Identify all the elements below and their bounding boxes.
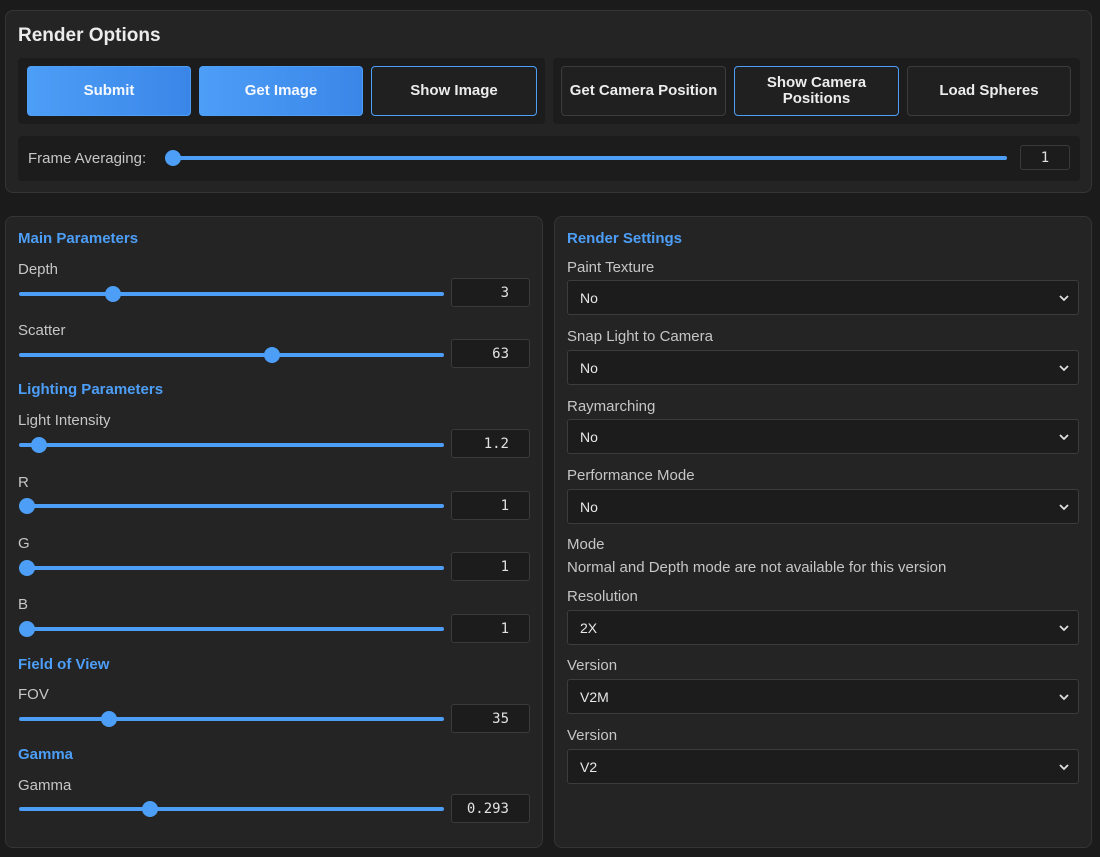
- raymarching-select[interactable]: No: [567, 419, 1079, 454]
- light-intensity-slider-thumb[interactable]: [31, 437, 48, 453]
- light-intensity-input[interactable]: 1.2: [451, 429, 530, 458]
- g-slider-thumb[interactable]: [19, 560, 35, 576]
- version-select-1[interactable]: V2M: [567, 679, 1079, 714]
- render-settings-panel: Render Settings Paint Texture No Snap Li…: [554, 216, 1092, 848]
- scatter-input[interactable]: 63: [451, 339, 530, 368]
- render-options-panel: Render Options Submit Get Image Show Ima…: [5, 10, 1092, 193]
- mode-note: Normal and Depth mode are not available …: [567, 559, 947, 576]
- fov-slider[interactable]: [19, 711, 444, 727]
- snap-light-label: Snap Light to Camera: [567, 328, 713, 345]
- load-spheres-button[interactable]: Load Spheres: [907, 66, 1071, 116]
- chevron-down-icon: [1059, 504, 1069, 511]
- chevron-down-icon: [1059, 625, 1069, 632]
- get-camera-position-button[interactable]: Get Camera Position: [561, 66, 726, 116]
- depth-label: Depth: [18, 261, 59, 278]
- r-slider[interactable]: [19, 498, 444, 514]
- version-label-1: Version: [567, 657, 618, 674]
- g-input[interactable]: 1: [451, 552, 530, 581]
- gamma-input[interactable]: 0.293: [451, 794, 530, 823]
- version-value-2: V2: [580, 758, 598, 775]
- gamma-label: Gamma: [18, 777, 72, 794]
- render-options-title: Render Options: [18, 25, 161, 46]
- scatter-label: Scatter: [18, 322, 66, 339]
- resolution-value: 2X: [580, 619, 598, 636]
- render-settings-heading: Render Settings: [567, 230, 683, 247]
- b-input[interactable]: 1: [451, 614, 530, 643]
- frame-averaging-row: Frame Averaging: 1: [18, 136, 1080, 181]
- paint-texture-value: No: [580, 289, 598, 306]
- light-intensity-slider[interactable]: [19, 437, 444, 453]
- lighting-parameters-heading: Lighting Parameters: [18, 381, 164, 398]
- g-slider[interactable]: [19, 560, 444, 576]
- raymarching-label: Raymarching: [567, 398, 656, 415]
- mode-label: Mode: [567, 536, 605, 553]
- r-label: R: [18, 474, 29, 491]
- main-parameters-heading: Main Parameters: [18, 230, 139, 247]
- version-select-2[interactable]: V2: [567, 749, 1079, 784]
- submit-button[interactable]: Submit: [27, 66, 191, 116]
- chevron-down-icon: [1059, 764, 1069, 771]
- resolution-label: Resolution: [567, 588, 638, 605]
- performance-mode-label: Performance Mode: [567, 467, 695, 484]
- parameters-panel: Main Parameters Depth 3 Scatter 63 Light…: [5, 216, 543, 848]
- frame-averaging-input[interactable]: 1: [1020, 145, 1070, 170]
- chevron-down-icon: [1059, 434, 1069, 441]
- performance-mode-value: No: [580, 498, 598, 515]
- chevron-down-icon: [1059, 365, 1069, 372]
- frame-averaging-label: Frame Averaging:: [28, 150, 147, 167]
- version-value-1: V2M: [580, 688, 609, 705]
- chevron-down-icon: [1059, 694, 1069, 701]
- depth-slider[interactable]: [19, 286, 444, 302]
- b-slider-thumb[interactable]: [19, 621, 35, 637]
- chevron-down-icon: [1059, 295, 1069, 302]
- raymarching-value: No: [580, 428, 598, 445]
- fov-input[interactable]: 35: [451, 704, 530, 733]
- paint-texture-select[interactable]: No: [567, 280, 1079, 315]
- frame-averaging-slider-thumb[interactable]: [165, 150, 181, 166]
- gamma-heading: Gamma: [18, 746, 74, 763]
- depth-slider-thumb[interactable]: [104, 286, 121, 302]
- get-image-button[interactable]: Get Image: [199, 66, 363, 116]
- version-label-2: Version: [567, 727, 618, 744]
- b-slider[interactable]: [19, 621, 444, 637]
- snap-light-value: No: [580, 359, 598, 376]
- camera-button-group: Get Camera Position Show Camera Position…: [553, 58, 1080, 124]
- show-camera-positions-button[interactable]: Show Camera Positions: [734, 66, 899, 116]
- gamma-slider-thumb[interactable]: [141, 801, 158, 817]
- show-image-button[interactable]: Show Image: [371, 66, 537, 116]
- field-of-view-heading: Field of View: [18, 656, 110, 673]
- paint-texture-label: Paint Texture: [567, 259, 655, 276]
- gamma-slider[interactable]: [19, 801, 444, 817]
- g-label: G: [18, 535, 30, 552]
- light-intensity-label: Light Intensity: [18, 412, 111, 429]
- performance-mode-select[interactable]: No: [567, 489, 1079, 524]
- r-slider-thumb[interactable]: [19, 498, 35, 514]
- frame-averaging-slider[interactable]: [165, 150, 1007, 166]
- scatter-slider-thumb[interactable]: [264, 347, 281, 363]
- depth-input[interactable]: 3: [451, 278, 530, 307]
- image-button-group: Submit Get Image Show Image: [18, 58, 545, 124]
- r-input[interactable]: 1: [451, 491, 530, 520]
- snap-light-select[interactable]: No: [567, 350, 1079, 385]
- scatter-slider[interactable]: [19, 347, 444, 363]
- resolution-select[interactable]: 2X: [567, 610, 1079, 645]
- b-label: B: [18, 596, 29, 613]
- fov-slider-thumb[interactable]: [100, 711, 117, 727]
- fov-label: FOV: [18, 686, 49, 703]
